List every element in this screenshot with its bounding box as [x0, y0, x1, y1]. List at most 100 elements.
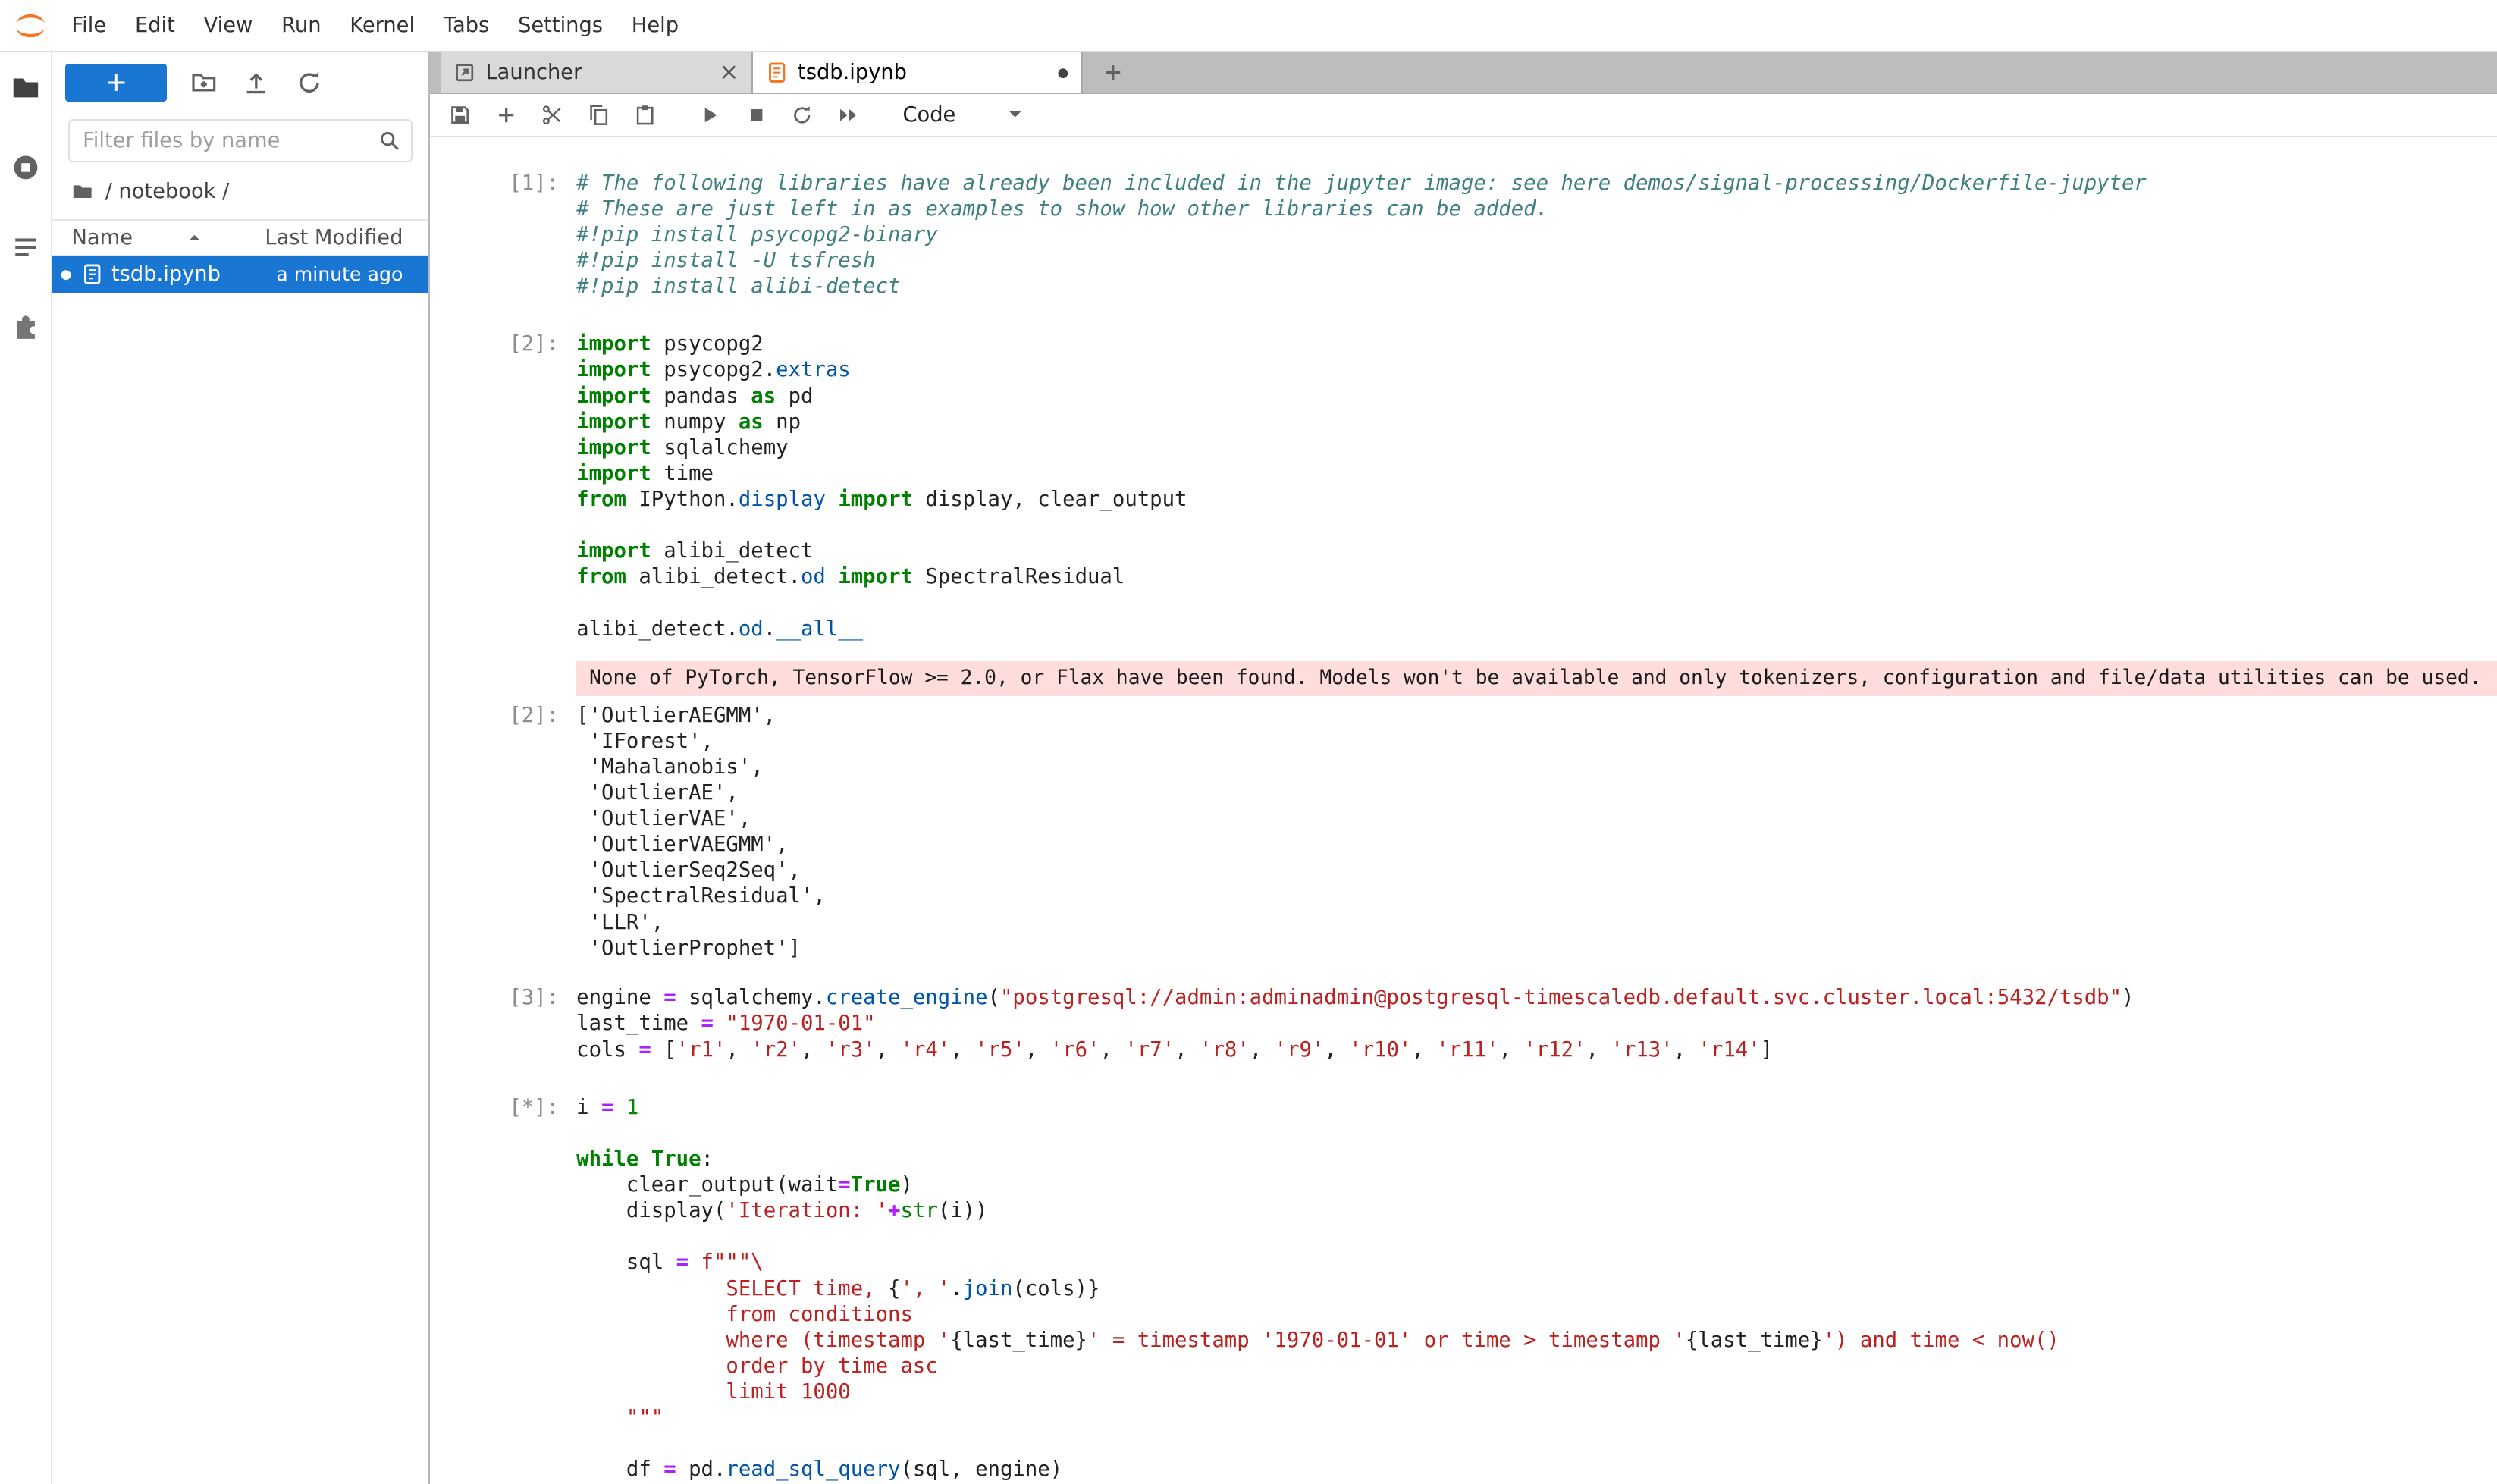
code-editor[interactable]: import psycopg2import psycopg2.extrasimp…	[576, 331, 2497, 642]
launcher-icon	[453, 61, 475, 83]
code-line: from conditions	[576, 1302, 2497, 1328]
stderr-output: None of PyTorch, TensorFlow >= 2.0, or F…	[430, 661, 2497, 696]
code-line	[576, 513, 2497, 538]
code-line: import pandas as pd	[576, 384, 2497, 409]
menu-settings[interactable]: Settings	[503, 0, 617, 51]
menu-edit[interactable]: Edit	[121, 0, 190, 51]
cell-prompt: [1]:	[430, 171, 576, 300]
code-line: cols = ['r1', 'r2', 'r3', 'r4', 'r5', 'r…	[576, 1037, 2497, 1063]
run-cell-button[interactable]	[692, 97, 727, 132]
name-column-label: Name	[71, 226, 133, 249]
code-line: where (timestamp '{last_time}' = timesta…	[576, 1328, 2497, 1354]
unsaved-changes-dot: ●	[1058, 66, 1069, 79]
code-editor[interactable]: i = 1while True: clear_output(wait=True)…	[576, 1095, 2497, 1483]
file-list: ●tsdb.ipynba minute ago	[52, 256, 428, 293]
output-line: 'OutlierVAEGMM',	[576, 832, 2497, 858]
left-activity-bar	[0, 52, 52, 1484]
code-line: #!pip install psycopg2-binary	[576, 222, 2497, 248]
copy-cells-button[interactable]	[581, 97, 616, 132]
code-cell[interactable]: [*]:i = 1while True: clear_output(wait=T…	[430, 1095, 2497, 1483]
menu-kernel[interactable]: Kernel	[335, 0, 429, 51]
tab-label: Launcher	[485, 61, 709, 84]
save-notebook-button[interactable]	[443, 97, 478, 132]
restart-kernel-button[interactable]	[785, 97, 820, 132]
file-item[interactable]: ●tsdb.ipynba minute ago	[52, 256, 428, 293]
breadcrumb[interactable]: / notebook /	[52, 165, 428, 215]
output-line: 'LLR',	[576, 910, 2497, 936]
table-of-contents-icon[interactable]	[8, 231, 43, 262]
cell-prompt: [2]:	[430, 331, 576, 642]
new-tab-button[interactable]	[1093, 52, 1134, 93]
refresh-file-list-button[interactable]	[293, 67, 325, 99]
restart-run-all-button[interactable]	[831, 97, 866, 132]
cell-type-label: Code	[902, 103, 955, 127]
jupyter-logo	[10, 6, 52, 44]
output-text: ['OutlierAEGMM', 'IForest', 'Mahalanobis…	[576, 703, 2497, 962]
file-browser-icon[interactable]	[8, 71, 43, 103]
main-menu: FileEditViewRunKernelTabsSettingsHelp	[58, 0, 693, 51]
output-line: 'OutlierAE',	[576, 780, 2497, 806]
new-folder-button[interactable]	[188, 67, 220, 99]
paste-cells-button[interactable]	[627, 97, 662, 132]
code-line: import psycopg2	[576, 331, 2497, 357]
cell-prompt: [*]:	[430, 1095, 576, 1483]
upload-files-button[interactable]	[240, 67, 272, 99]
extension-manager-icon[interactable]	[8, 310, 43, 342]
output-line: 'OutlierVAE',	[576, 806, 2497, 832]
code-cell[interactable]: [2]:import psycopg2import psycopg2.extra…	[430, 331, 2497, 642]
running-sessions-icon[interactable]	[8, 151, 43, 183]
sort-by-name-header[interactable]: Name	[71, 226, 265, 249]
modified-column-label[interactable]: Last Modified	[265, 226, 403, 249]
tab-launcher[interactable]: Launcher ×	[441, 52, 754, 93]
menu-view[interactable]: View	[190, 0, 268, 51]
new-launcher-button[interactable]: +	[65, 64, 167, 102]
code-line: sql = f"""\	[576, 1250, 2497, 1275]
code-line: # These are just left in as examples to …	[576, 196, 2497, 222]
dock-tab-bar: Launcher × tsdb.ipynb●	[430, 52, 2497, 94]
code-editor[interactable]: engine = sqlalchemy.create_engine("postg…	[576, 985, 2497, 1062]
code-line: df = pd.read_sql_query(sql, engine)	[576, 1457, 2497, 1482]
stderr-message: None of PyTorch, TensorFlow >= 2.0, or F…	[576, 661, 2497, 696]
cut-cells-button[interactable]	[535, 97, 570, 132]
code-line: import numpy as np	[576, 409, 2497, 435]
interrupt-kernel-button[interactable]	[739, 97, 773, 132]
close-tab-icon[interactable]: ×	[719, 61, 739, 85]
file-browser-toolbar: +	[52, 52, 428, 111]
code-line: from IPython.display import display, cle…	[576, 487, 2497, 513]
code-editor[interactable]: # The following libraries have already b…	[576, 171, 2497, 300]
tab-tsdb-ipynb[interactable]: tsdb.ipynb●	[753, 52, 1083, 93]
notebook-icon	[766, 61, 788, 83]
code-line: from alibi_detect.od import SpectralResi…	[576, 564, 2497, 590]
output-line: 'IForest',	[576, 729, 2497, 755]
code-cell[interactable]: [1]:# The following libraries have alrea…	[430, 171, 2497, 300]
menu-tabs[interactable]: Tabs	[429, 0, 503, 51]
code-line	[576, 1121, 2497, 1147]
code-cell[interactable]: [3]:engine = sqlalchemy.create_engine("p…	[430, 985, 2497, 1062]
code-line: import alibi_detect	[576, 538, 2497, 564]
notebook-scroll-area[interactable]: [1]:# The following libraries have alrea…	[430, 137, 2497, 1484]
search-icon	[378, 129, 401, 152]
menu-bar: FileEditViewRunKernelTabsSettingsHelp	[0, 0, 2497, 52]
home-folder-icon	[71, 180, 93, 202]
menu-run[interactable]: Run	[267, 0, 335, 51]
main-row: + / notebook / Name Last Modified ●tsdb.…	[0, 52, 2497, 1484]
notebook-toolbar: Code	[430, 94, 2497, 137]
cell-type-dropdown[interactable]: Code	[902, 102, 1027, 126]
file-modified: a minute ago	[276, 263, 403, 285]
main-work-area: Launcher × tsdb.ipynb● Code [1]:# The foll…	[430, 52, 2497, 1484]
menu-file[interactable]: File	[58, 0, 121, 51]
code-line: import time	[576, 461, 2497, 487]
code-line: last_time = "1970-01-01"	[576, 1011, 2497, 1037]
filter-files-input[interactable]	[68, 119, 413, 162]
jupyterlab-app: FileEditViewRunKernelTabsSettingsHelp + …	[0, 0, 2497, 1484]
code-line: # The following libraries have already b…	[576, 171, 2497, 196]
output-line: 'OutlierProphet']	[576, 936, 2497, 962]
code-line: engine = sqlalchemy.create_engine("postg…	[576, 985, 2497, 1011]
menu-help[interactable]: Help	[617, 0, 693, 51]
file-name: tsdb.ipynb	[111, 262, 268, 286]
file-list-header: Name Last Modified	[52, 219, 428, 256]
code-line	[576, 591, 2497, 617]
insert-cell-below-button[interactable]	[489, 97, 524, 132]
sort-ascending-icon	[187, 230, 202, 246]
code-line: import sqlalchemy	[576, 435, 2497, 461]
